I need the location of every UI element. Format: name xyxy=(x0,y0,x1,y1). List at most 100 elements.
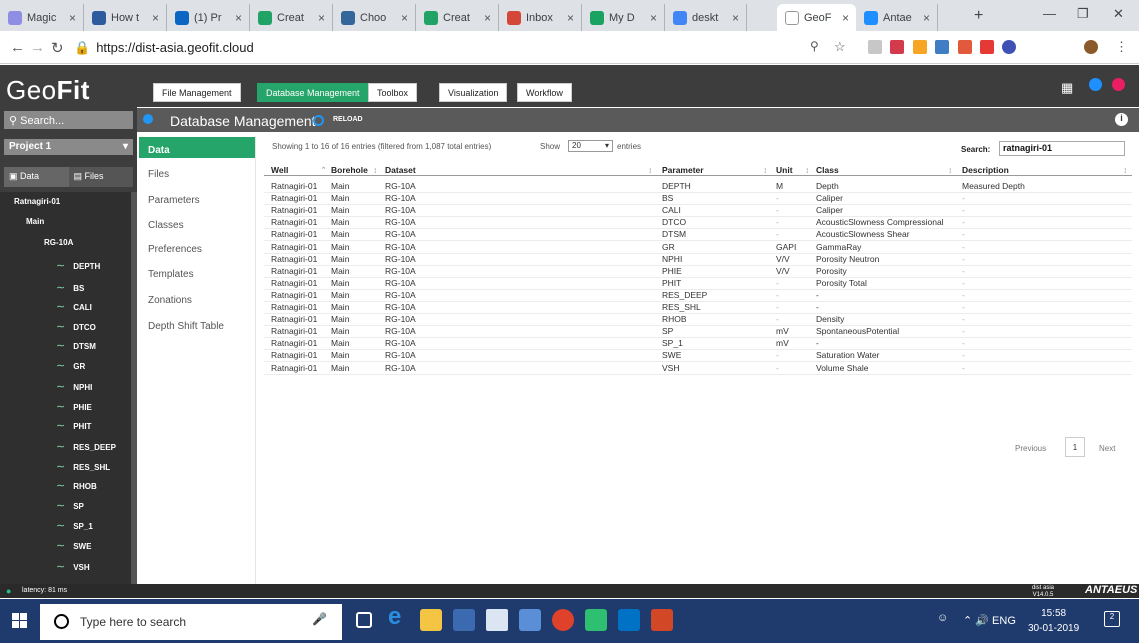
language-indicator[interactable]: ENG xyxy=(992,615,1016,627)
tree-node-curve[interactable]: ∼ BS xyxy=(56,281,84,294)
tree-node-curve[interactable]: ∼ GR xyxy=(56,359,85,372)
tree-node-dataset[interactable]: RG-10A xyxy=(44,238,73,247)
browser-tab[interactable]: How t × xyxy=(84,4,167,31)
apps-grid-icon[interactable]: ▦ xyxy=(1061,80,1073,96)
zoom-icon[interactable]: ⚲ xyxy=(810,39,819,53)
minimize-button[interactable]: — xyxy=(1043,6,1056,21)
tree-node-curve[interactable]: ∼ DTSM xyxy=(56,339,96,352)
tab-close-icon[interactable]: × xyxy=(152,11,159,25)
side-menu-item[interactable]: Depth Shift Table xyxy=(148,321,224,332)
outlook-icon[interactable] xyxy=(618,609,640,631)
forward-icon[interactable]: → xyxy=(30,39,45,56)
browser-tab[interactable]: Choo × xyxy=(333,4,416,31)
tree-node-curve[interactable]: ∼ RES_SHL xyxy=(56,460,110,473)
store-icon[interactable] xyxy=(453,609,475,631)
powerpoint-icon[interactable] xyxy=(651,609,673,631)
close-window-button[interactable]: ✕ xyxy=(1113,6,1124,22)
extension-icon[interactable] xyxy=(935,40,949,54)
browser-menu-icon[interactable]: ⋮ xyxy=(1115,39,1128,55)
pagination-previous[interactable]: Previous xyxy=(1015,444,1046,453)
tab-close-icon[interactable]: × xyxy=(567,11,574,25)
extension-icon[interactable] xyxy=(868,40,882,54)
extension-icon[interactable] xyxy=(958,40,972,54)
extension-icon[interactable] xyxy=(890,40,904,54)
info-icon[interactable]: i xyxy=(1115,113,1128,126)
file-explorer-icon[interactable] xyxy=(420,609,442,631)
edge-icon[interactable]: e xyxy=(388,603,410,630)
notification-icon[interactable]: 2 xyxy=(1104,611,1120,627)
tab-close-icon[interactable]: × xyxy=(732,11,739,25)
page-size-select[interactable]: 20 ▾ xyxy=(568,140,613,152)
side-menu-item[interactable]: Data xyxy=(148,145,170,156)
menu-toolbox[interactable]: Toolbox xyxy=(368,83,418,102)
tab-close-icon[interactable]: × xyxy=(401,11,408,25)
task-view-icon[interactable] xyxy=(356,612,372,628)
sort-icon[interactable]: ↕ xyxy=(948,165,952,175)
bookmark-star-icon[interactable]: ☆ xyxy=(834,39,846,55)
side-menu-item[interactable]: Zonations xyxy=(148,295,192,306)
side-menu-item[interactable]: Templates xyxy=(148,269,194,280)
column-header[interactable]: Description xyxy=(962,165,1009,175)
tree-node-well[interactable]: Ratnagiri-01 xyxy=(14,197,60,206)
tree-node-curve[interactable]: ∼ DEPTH xyxy=(56,259,100,272)
side-menu-item[interactable]: Classes xyxy=(148,220,184,231)
column-header[interactable]: Well xyxy=(271,165,288,175)
tab-close-icon[interactable]: × xyxy=(69,11,76,25)
tree-node-curve[interactable]: ∼ CALI xyxy=(56,300,92,313)
tab-close-icon[interactable]: × xyxy=(842,11,849,25)
menu-workflow[interactable]: Workflow xyxy=(517,83,572,102)
column-header[interactable]: Dataset xyxy=(385,165,416,175)
reload-page-icon[interactable]: ↻ xyxy=(51,39,64,57)
side-menu-item[interactable]: Files xyxy=(148,169,169,180)
browser-tab[interactable]: Creat × xyxy=(416,4,499,31)
user-icon[interactable] xyxy=(1089,78,1102,91)
column-header[interactable]: Class xyxy=(816,165,839,175)
browser-tab[interactable]: (1) Pr × xyxy=(167,4,250,31)
pycharm-icon[interactable] xyxy=(585,609,607,631)
sort-icon[interactable]: ↕ xyxy=(373,165,377,175)
project-select[interactable]: Project 1 ▾ xyxy=(4,139,133,155)
tab-close-icon[interactable]: × xyxy=(650,11,657,25)
tab-close-icon[interactable]: × xyxy=(318,11,325,25)
tree-node-curve[interactable]: ∼ PHIT xyxy=(56,419,91,432)
volume-icon[interactable]: 🔊 xyxy=(975,615,992,627)
browser-tab[interactable]: Inbox × xyxy=(499,4,582,31)
chrome-icon[interactable] xyxy=(552,609,574,631)
extension-icon[interactable] xyxy=(913,40,927,54)
sidebar-search-input[interactable]: ⚲ Search... xyxy=(4,111,133,129)
tab-close-icon[interactable]: × xyxy=(923,11,930,25)
pagination-page[interactable]: 1 xyxy=(1065,437,1085,457)
side-menu-item[interactable]: Preferences xyxy=(148,244,202,255)
column-header[interactable]: Parameter xyxy=(662,165,704,175)
pagination-next[interactable]: Next xyxy=(1099,444,1115,453)
sort-icon[interactable]: ↕ xyxy=(763,165,767,175)
sort-icon[interactable]: ↕ xyxy=(648,165,652,175)
sidebar-tab-files[interactable]: ▤ Files xyxy=(68,167,133,187)
reload-button[interactable]: RELOAD xyxy=(333,116,363,123)
tree-node-borehole[interactable]: Main xyxy=(26,217,44,226)
maximize-button[interactable]: ❐ xyxy=(1077,6,1089,22)
browser-tab[interactable]: GeoF × xyxy=(777,4,856,31)
menu-visualization[interactable]: Visualization xyxy=(439,83,508,102)
tray-chevron-icon[interactable]: ⌃ xyxy=(963,615,975,627)
tree-node-curve[interactable]: ∼ SWE xyxy=(56,539,91,552)
column-header[interactable]: Borehole xyxy=(331,165,368,175)
tab-close-icon[interactable]: × xyxy=(484,11,491,25)
column-header[interactable]: Unit xyxy=(776,165,793,175)
taskbar-search[interactable]: Type here to search xyxy=(40,604,342,640)
mail-icon[interactable] xyxy=(486,609,508,631)
browser-tab[interactable]: My D × xyxy=(582,4,665,31)
tree-node-curve[interactable]: ∼ PHIE xyxy=(56,400,92,413)
menu-file-management[interactable]: File Management xyxy=(153,83,241,102)
tree-node-curve[interactable]: ∼ DTCO xyxy=(56,320,96,333)
back-icon[interactable]: ← xyxy=(10,39,25,56)
url-field[interactable]: 🔒 https://dist-asia.geofit.cloud xyxy=(74,40,254,56)
tree-node-curve[interactable]: ∼ VSH xyxy=(56,560,90,573)
new-tab-button[interactable]: + xyxy=(974,7,983,25)
menu-database-management[interactable]: Database Management xyxy=(257,83,369,102)
taskbar-clock[interactable]: 15:58 30-01-2019 xyxy=(1028,606,1079,636)
browser-tab[interactable]: deskt × xyxy=(665,4,747,31)
extension-icon[interactable] xyxy=(980,40,994,54)
microphone-icon[interactable]: 🎤 xyxy=(312,612,327,626)
tab-close-icon[interactable]: × xyxy=(235,11,242,25)
